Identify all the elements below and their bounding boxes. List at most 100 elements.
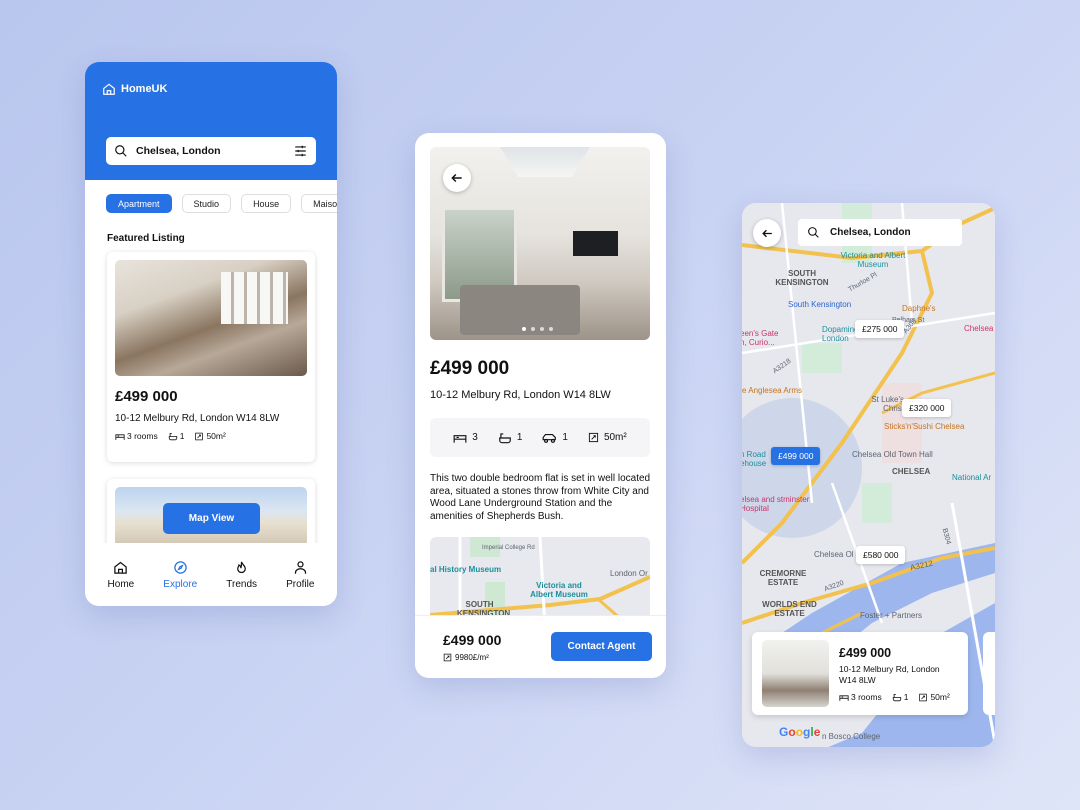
area-value: 50m² <box>930 692 950 702</box>
area-icon <box>443 653 452 662</box>
baths-count: 1 <box>903 692 909 702</box>
search-value: Chelsea, London <box>830 227 911 238</box>
baths-count: 1 <box>516 432 523 443</box>
carousel-dots[interactable] <box>522 327 553 331</box>
map-label: Sticks'n'Sushi Chelsea <box>884 422 965 431</box>
map-label: Chelsea <box>964 324 994 333</box>
flame-icon <box>237 561 247 573</box>
nav-label: Explore <box>163 578 198 590</box>
map-label: Victoria and Albert Museum <box>840 251 906 269</box>
brand[interactable]: HomeUK <box>102 82 167 96</box>
map-listing-card[interactable]: £499 000 10-12 Melbury Rd, London W14 8L… <box>752 632 968 715</box>
map-label: Foster + Partners <box>860 611 923 620</box>
search-input[interactable]: Chelsea, London <box>106 137 316 165</box>
section-title: Featured Listing <box>107 233 185 244</box>
map-label: London Or <box>610 569 648 578</box>
brand-name: HomeUK <box>121 83 168 95</box>
bed-icon <box>839 694 849 701</box>
bottom-nav: Home Explore Trends Profile <box>85 543 337 606</box>
map-label: Victoria and Albert Museum <box>530 581 588 599</box>
map-label: Imperial College Rd <box>482 545 535 551</box>
features-box: 3 1 1 50m² <box>430 418 650 457</box>
price-pin-selected[interactable]: £499 000 <box>771 447 821 465</box>
baths-count: 1 <box>179 431 185 441</box>
map-label: elsea and stminster Hospital <box>742 495 810 513</box>
map-label: National Ar <box>952 473 992 482</box>
nav-label: Home <box>107 578 135 590</box>
chip-studio[interactable]: Studio <box>181 194 232 213</box>
search-value: Chelsea, London <box>136 145 221 157</box>
next-listing-card[interactable] <box>983 632 995 715</box>
bed-icon <box>453 434 467 443</box>
map-label: n Road ehouse <box>742 450 767 468</box>
property-photo[interactable] <box>430 147 650 340</box>
bottom-bar: £499 000 9980£/m² Contact Agent <box>415 615 666 678</box>
map-label: CHELSEA <box>892 467 931 476</box>
parking-count: 1 <box>562 432 568 443</box>
contact-agent-button[interactable]: Contact Agent <box>551 632 652 661</box>
nav-home[interactable]: Home <box>107 560 135 590</box>
browse-screen: HomeUK Chelsea, London Apartment Studio … <box>85 62 337 606</box>
map-label: een's Gate n, Curio... <box>742 329 779 347</box>
map-view-button[interactable]: Map View <box>163 503 260 534</box>
property-address: 10-12 Melbury Rd, London W14 8LW <box>430 389 611 401</box>
nav-label: Profile <box>286 578 315 590</box>
bath-icon <box>498 432 511 443</box>
filter-icon[interactable] <box>293 144 308 158</box>
map-label: CREMORNE ESTATE <box>759 569 807 587</box>
google-logo: Google <box>779 725 821 739</box>
footer-price: £499 000 <box>443 632 502 648</box>
map-label: Daphne's <box>902 304 936 313</box>
back-button[interactable] <box>753 219 781 247</box>
map-label: e Anglesea Arms <box>742 386 803 395</box>
listing-card[interactable]: £499 000 10-12 Melbury Rd, London W14 8L… <box>107 252 315 462</box>
back-button[interactable] <box>443 164 471 192</box>
price-pin[interactable]: £580 000 <box>856 546 906 564</box>
bath-icon <box>892 693 901 701</box>
nav-label: Trends <box>226 578 258 590</box>
search-icon <box>808 227 819 238</box>
area-icon <box>919 693 928 701</box>
beds-count: 3 <box>472 432 478 443</box>
home-icon <box>114 561 128 574</box>
detail-screen: £499 000 10-12 Melbury Rd, London W14 8L… <box>415 133 666 678</box>
chip-apartment[interactable]: Apartment <box>106 194 172 213</box>
user-icon <box>294 560 306 574</box>
rooms-count: 3 rooms <box>127 431 158 441</box>
header: HomeUK Chelsea, London <box>85 62 337 180</box>
nav-explore[interactable]: Explore <box>163 560 197 590</box>
property-description: This two double bedroom flat is set in w… <box>430 473 651 522</box>
area-icon <box>588 432 599 443</box>
map-screen: SOUTH KENSINGTON Victoria and Albert Mus… <box>742 203 995 747</box>
map-label: Chelsea Ol <box>814 550 854 559</box>
location-map[interactable]: Imperial College Rd al History Museum Vi… <box>430 537 650 627</box>
arrow-left-icon <box>761 229 772 237</box>
nav-trends[interactable]: Trends <box>226 560 257 590</box>
listing-price: £499 000 <box>839 646 892 660</box>
area-value: 50m² <box>206 431 226 441</box>
arrow-left-icon <box>451 173 462 183</box>
map-label: al History Museum <box>430 565 502 574</box>
price-pin[interactable]: £275 000 <box>855 320 905 338</box>
chip-maisonette[interactable]: Maisonette <box>301 194 337 213</box>
listing-photo <box>762 640 829 707</box>
price-pin[interactable]: £320 000 <box>902 399 952 417</box>
map-label: n Bosco College <box>822 732 881 741</box>
area-icon <box>195 432 204 440</box>
home-icon <box>103 83 115 95</box>
map-search-input[interactable]: Chelsea, London <box>798 219 962 246</box>
map-label: Chelsea Old Town Hall <box>852 450 933 459</box>
listing-address: 10-12 Melbury Rd, London W14 8LW <box>115 413 280 424</box>
listing-photo <box>115 260 307 376</box>
area-value: 50m² <box>603 432 627 443</box>
bath-icon <box>168 432 177 440</box>
listing-address: 10-12 Melbury Rd, London W14 8LW <box>839 664 940 685</box>
property-price: £499 000 <box>430 358 510 379</box>
map-label: St Luke's Christ Church <box>871 395 904 413</box>
map-label: SOUTH KENSINGTON <box>775 269 829 287</box>
map-label: South Kensington <box>788 300 852 309</box>
rooms-count: 3 rooms <box>851 692 882 702</box>
chip-house[interactable]: House <box>241 194 292 213</box>
nav-profile[interactable]: Profile <box>286 560 314 590</box>
car-icon <box>542 433 557 443</box>
